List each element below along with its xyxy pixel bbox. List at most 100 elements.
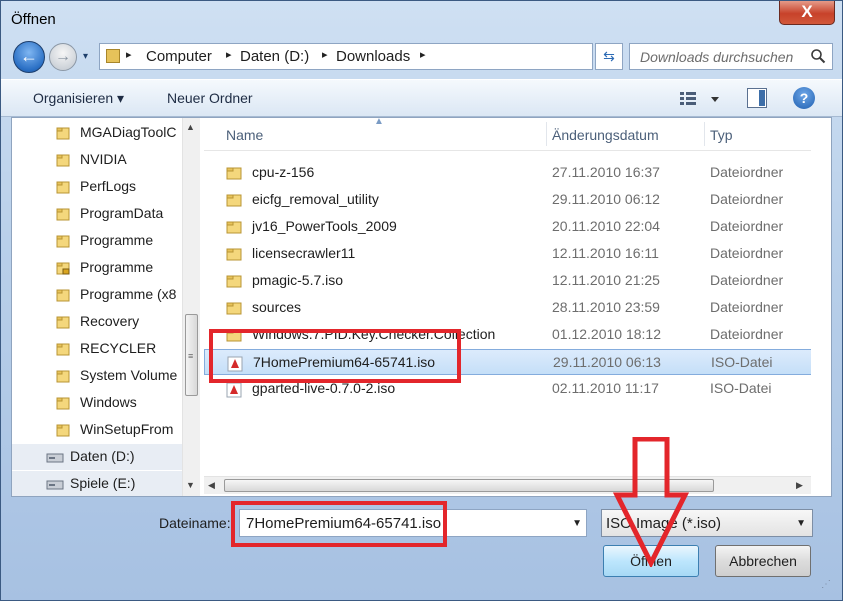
drive-icon: [46, 453, 64, 463]
back-button[interactable]: ←: [13, 41, 45, 73]
scroll-left-icon[interactable]: ◀: [208, 480, 215, 491]
folder-icon: [56, 154, 70, 167]
forward-button[interactable]: →: [49, 43, 77, 71]
resize-grip-icon[interactable]: ⋰: [821, 579, 831, 590]
chevron-right-icon[interactable]: ▸: [126, 48, 132, 61]
sidebar-item-label: Programme: [80, 232, 154, 248]
window-title: Öffnen: [11, 11, 56, 28]
file-name: sources: [252, 299, 302, 315]
file-date: 28.11.2010 23:59: [552, 299, 660, 315]
sidebar-item[interactable]: MGADiagToolC: [12, 120, 182, 146]
organize-button[interactable]: Organisieren ▾: [33, 90, 124, 107]
breadcrumb-drive[interactable]: Daten (D:): [240, 48, 309, 65]
file-row[interactable]: cpu-z-156 27.11.2010 16:37 Dateiordner: [204, 160, 831, 186]
file-name: eicfg_removal_utility: [252, 191, 379, 207]
file-list-horizontal-scrollbar[interactable]: ◀ ▶: [204, 476, 811, 494]
sidebar-item[interactable]: Windows: [12, 390, 182, 416]
column-name[interactable]: Name: [226, 127, 263, 143]
change-view-icon[interactable]: [677, 88, 721, 110]
new-folder-button[interactable]: Neuer Ordner: [167, 90, 253, 106]
scroll-right-icon[interactable]: ▶: [796, 480, 803, 491]
sidebar-item-label: ProgramData: [80, 205, 164, 221]
sidebar-item-label: NVIDIA: [80, 151, 127, 167]
sidebar-item[interactable]: Programme: [12, 255, 182, 281]
address-bar[interactable]: ▸ Computer ▸ Daten (D:) ▸ Downloads ▸: [99, 43, 593, 70]
file-name: jv16_PowerTools_2009: [252, 218, 397, 234]
folder-icon: [56, 208, 70, 221]
file-list-vertical-scrollbar[interactable]: [811, 118, 831, 496]
file-row[interactable]: sources 28.11.2010 23:59 Dateiordner: [204, 295, 831, 321]
sidebar-item[interactable]: ProgramData: [12, 201, 182, 227]
sidebar-item[interactable]: Programme (x8: [12, 282, 182, 308]
sidebar-item[interactable]: Daten (D:): [12, 444, 182, 470]
sidebar-item-label: Spiele (E:): [70, 475, 136, 491]
sidebar-item-label: System Volume: [80, 367, 178, 383]
column-divider[interactable]: [704, 122, 705, 146]
file-type: Dateiordner: [710, 326, 784, 342]
browser-area: MGADiagToolC NVIDIA PerfLogs ProgramData Pro…: [11, 117, 832, 497]
chevron-right-icon[interactable]: ▸: [226, 48, 232, 61]
cancel-button[interactable]: Abbrechen: [715, 545, 811, 577]
file-type: Dateiordner: [710, 164, 784, 180]
file-name: pmagic-5.7.iso: [252, 272, 344, 288]
file-row[interactable]: eicfg_removal_utility 29.11.2010 06:12 Dat…: [204, 187, 831, 213]
navigation-pane-scrollbar[interactable]: ▲ ≡ ▼: [182, 118, 200, 496]
search-icon[interactable]: [810, 48, 826, 64]
breadcrumb-downloads[interactable]: Downloads: [336, 48, 410, 65]
file-name: cpu-z-156: [252, 164, 315, 180]
file-type: ISO-Datei: [710, 380, 772, 396]
iso-file-icon: [226, 382, 242, 398]
help-icon[interactable]: ?: [793, 87, 815, 109]
folder-icon: [56, 127, 70, 140]
scroll-down-icon[interactable]: ▼: [186, 480, 195, 490]
scrollbar-thumb[interactable]: ≡: [185, 314, 198, 396]
preview-pane-button[interactable]: [747, 88, 767, 108]
column-divider[interactable]: [546, 122, 547, 146]
navigation-bar: ← → ▾ ▸ Computer ▸ Daten (D:) ▸ Download…: [1, 39, 842, 75]
sidebar-item-label: Recovery: [80, 313, 140, 329]
sidebar-item-label: WinSetupFrom: [80, 421, 174, 437]
sidebar-item[interactable]: Spiele (E:): [12, 471, 182, 496]
close-button[interactable]: X: [779, 1, 835, 25]
file-date: 02.11.2010 11:17: [552, 380, 659, 396]
sidebar-item[interactable]: Programme: [12, 228, 182, 254]
file-date: 27.11.2010 16:37: [552, 164, 660, 180]
scroll-up-icon[interactable]: ▲: [186, 122, 195, 132]
column-date[interactable]: Änderungsdatum: [552, 127, 659, 143]
chevron-right-icon[interactable]: ▸: [322, 48, 328, 61]
sidebar-item[interactable]: System Volume: [12, 363, 182, 389]
command-bar: Organisieren ▾ Neuer Ordner ?: [1, 79, 842, 117]
folder-icon: [226, 167, 242, 180]
sidebar-item[interactable]: NVIDIA: [12, 147, 182, 173]
annotation-arrow-icon: [613, 437, 689, 567]
refresh-button[interactable]: ⇆: [595, 43, 623, 70]
sidebar-item-label: Programme (x8: [80, 286, 177, 302]
sort-ascending-icon: ▲: [374, 117, 384, 127]
sidebar-item[interactable]: PerfLogs: [12, 174, 182, 200]
chevron-right-icon[interactable]: ▸: [420, 48, 426, 61]
file-type: Dateiordner: [710, 245, 784, 261]
chevron-down-icon[interactable]: ▼: [572, 518, 582, 529]
file-row[interactable]: pmagic-5.7.iso 12.11.2010 21:25 Dateiordne…: [204, 268, 831, 294]
sidebar-item[interactable]: WinSetupFrom: [12, 417, 182, 443]
recent-locations-dropdown[interactable]: ▾: [83, 51, 95, 63]
breadcrumb-computer[interactable]: Computer: [146, 48, 212, 65]
column-header-row: ▲ Name Änderungsdatum Typ: [204, 118, 831, 151]
file-row[interactable]: jv16_PowerTools_2009 20.11.2010 22:04 Date…: [204, 214, 831, 240]
folder-icon: [226, 275, 242, 288]
sidebar-item[interactable]: RECYCLER: [12, 336, 182, 362]
file-date: 29.11.2010 06:13: [553, 354, 661, 370]
open-file-dialog: Öffnen X ← → ▾ ▸ Computer ▸ Daten (D:) ▸…: [0, 0, 843, 601]
locked-folder-icon: [56, 262, 70, 275]
file-type: Dateiordner: [710, 218, 784, 234]
column-type[interactable]: Typ: [710, 127, 733, 143]
folder-icon: [56, 397, 70, 410]
search-input[interactable]: Downloads durchsuchen: [629, 43, 833, 70]
highlight-filename-field: [231, 501, 447, 547]
file-row[interactable]: licensecrawler11 12.11.2010 16:11 Dateiord…: [204, 241, 831, 267]
chevron-down-icon[interactable]: ▼: [796, 518, 806, 529]
folder-icon: [56, 316, 70, 329]
sidebar-item[interactable]: Recovery: [12, 309, 182, 335]
folder-icon: [226, 302, 242, 315]
search-placeholder: Downloads durchsuchen: [640, 49, 794, 65]
